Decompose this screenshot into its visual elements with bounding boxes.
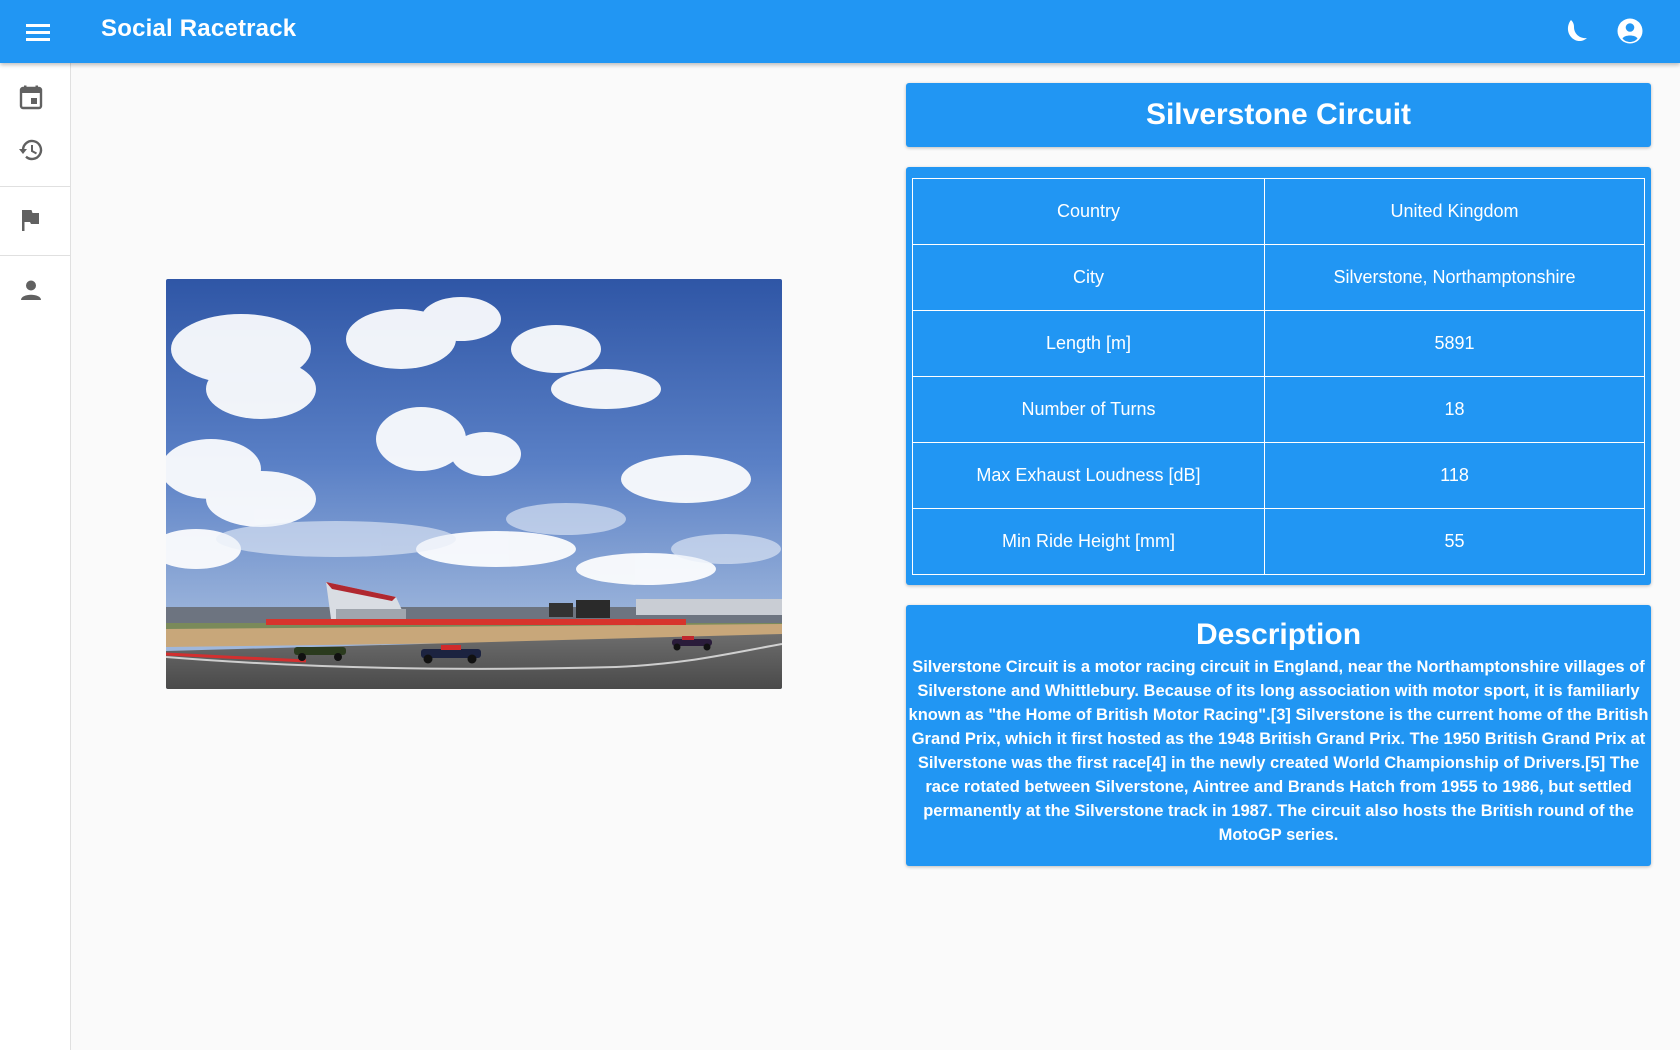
description-card: Description Silverstone Circuit is a mot… <box>906 605 1651 866</box>
description-text: Silverstone Circuit is a motor racing ci… <box>908 658 1649 844</box>
detail-value: Silverstone, Northamptonshire <box>1264 244 1645 311</box>
detail-label: Max Exhaust Loudness [dB] <box>912 442 1265 509</box>
circuit-photo <box>166 279 782 689</box>
history-icon[interactable] <box>18 137 44 163</box>
detail-label: Number of Turns <box>912 376 1265 443</box>
detail-value: 118 <box>1264 442 1645 509</box>
circuit-details-card: Country United Kingdom City Silverstone,… <box>906 167 1651 585</box>
detail-value: 55 <box>1264 508 1645 575</box>
table-row: City Silverstone, Northamptonshire <box>912 244 1645 311</box>
circuit-details-table: Country United Kingdom City Silverstone,… <box>912 178 1645 575</box>
menu-icon[interactable] <box>22 18 54 46</box>
sidebar <box>0 63 71 1050</box>
flag-icon[interactable] <box>18 207 44 233</box>
account-circle-icon[interactable] <box>1615 16 1645 46</box>
circuit-name: Silverstone Circuit <box>1145 98 1412 131</box>
table-row: Max Exhaust Loudness [dB] 118 <box>912 442 1645 509</box>
detail-label: Min Ride Height [mm] <box>912 508 1265 575</box>
app-title[interactable]: Social Racetrack <box>101 15 296 43</box>
detail-value: 18 <box>1264 376 1645 443</box>
table-row: Number of Turns 18 <box>912 376 1645 443</box>
sidebar-divider <box>0 186 70 187</box>
circuit-title-card: Silverstone Circuit <box>906 83 1651 147</box>
detail-label: Length [m] <box>912 310 1265 377</box>
sidebar-divider <box>0 255 70 256</box>
app-bar: Social Racetrack <box>0 0 1680 63</box>
detail-label: City <box>912 244 1265 311</box>
person-icon[interactable] <box>18 277 44 303</box>
table-row: Min Ride Height [mm] 55 <box>912 508 1645 575</box>
moon-icon[interactable] <box>1560 16 1590 46</box>
detail-value: 5891 <box>1264 310 1645 377</box>
table-row: Length [m] 5891 <box>912 310 1645 377</box>
calendar-icon[interactable] <box>18 84 44 110</box>
description-heading: Description <box>1195 618 1362 651</box>
table-row: Country United Kingdom <box>912 178 1645 245</box>
detail-label: Country <box>912 178 1265 245</box>
detail-value: United Kingdom <box>1264 178 1645 245</box>
